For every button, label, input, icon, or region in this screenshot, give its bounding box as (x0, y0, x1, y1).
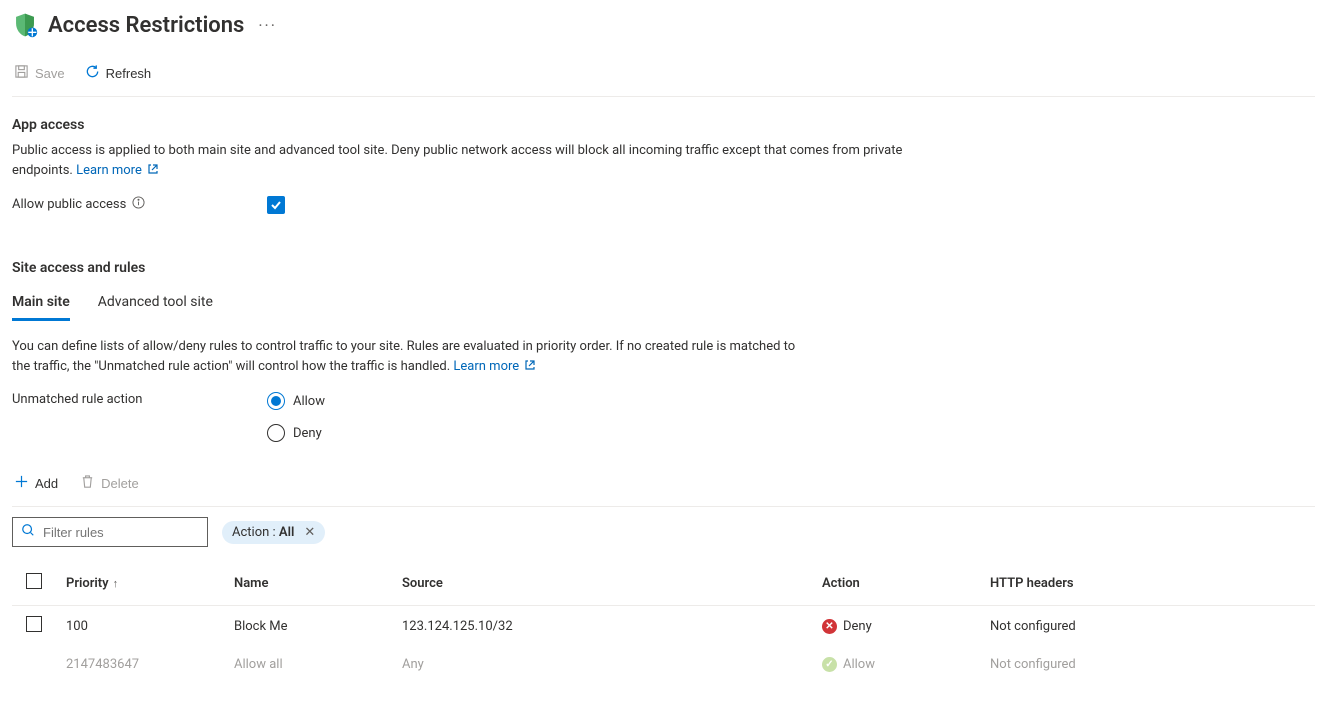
cell-name: Block Me (224, 606, 392, 647)
site-tabs: Main site Advanced tool site (12, 288, 1315, 321)
table-row: 2147483647 Allow all Any ✓Allow Not conf… (12, 646, 1315, 682)
page-title: Access Restrictions (48, 13, 244, 38)
app-access-title: App access (12, 117, 1315, 133)
deny-icon: ✕ (822, 619, 837, 634)
site-access-section: Site access and rules Main site Advanced… (12, 214, 1315, 682)
allow-icon: ✓ (822, 657, 837, 672)
radio-icon (267, 392, 285, 410)
add-button[interactable]: Add (12, 470, 60, 496)
tab-main-site[interactable]: Main site (12, 288, 70, 321)
more-menu-icon[interactable]: ··· (254, 16, 281, 35)
external-link-icon (522, 359, 536, 374)
cell-source: 123.124.125.10/32 (392, 606, 812, 647)
plus-icon (14, 474, 29, 492)
allow-public-access-row: Allow public access (12, 196, 1315, 214)
app-access-section: App access Public access is applied to b… (12, 97, 1315, 214)
page-header: Access Restrictions ··· (12, 8, 1315, 54)
tab-advanced-tool-site[interactable]: Advanced tool site (98, 288, 213, 321)
row-checkbox[interactable] (26, 616, 42, 632)
col-source[interactable]: Source (392, 561, 812, 606)
table-row[interactable]: 100 Block Me 123.124.125.10/32 ✕Deny Not… (12, 606, 1315, 647)
learn-more-link[interactable]: Learn more (453, 359, 536, 374)
allow-public-access-checkbox[interactable] (267, 196, 285, 214)
rules-table: Priority↑ Name Source Action HTTP header… (12, 561, 1315, 682)
col-action[interactable]: Action (812, 561, 980, 606)
refresh-button[interactable]: Refresh (83, 60, 154, 86)
cell-http: Not configured (980, 646, 1315, 682)
unmatched-rule-radios: Allow Deny (267, 392, 325, 442)
save-button[interactable]: Save (12, 60, 67, 86)
site-access-description: You can define lists of allow/deny rules… (12, 337, 802, 376)
unmatched-rule-label: Unmatched rule action (12, 392, 267, 407)
filter-rules-input[interactable] (43, 525, 219, 540)
cell-action: ✕Deny (812, 606, 980, 647)
shield-icon (12, 12, 38, 38)
save-label: Save (35, 66, 65, 81)
col-name[interactable]: Name (224, 561, 392, 606)
allow-public-access-label: Allow public access (12, 196, 267, 213)
trash-icon (80, 474, 95, 492)
info-icon[interactable] (132, 196, 145, 213)
col-http-headers[interactable]: HTTP headers (980, 561, 1315, 606)
cell-priority: 2147483647 (56, 646, 224, 682)
refresh-label: Refresh (106, 66, 152, 81)
unmatched-rule-row: Unmatched rule action Allow Deny (12, 392, 1315, 442)
close-icon[interactable]: ✕ (304, 525, 315, 540)
app-access-description: Public access is applied to both main si… (12, 141, 912, 180)
external-link-icon (145, 163, 159, 178)
save-icon (14, 64, 29, 82)
filter-pill-action[interactable]: Action : All ✕ (222, 521, 325, 544)
cell-priority: 100 (56, 606, 224, 647)
cell-name: Allow all (224, 646, 392, 682)
refresh-icon (85, 64, 100, 82)
col-priority[interactable]: Priority↑ (56, 561, 224, 606)
learn-more-link[interactable]: Learn more (76, 163, 159, 178)
select-all-checkbox[interactable] (26, 573, 42, 589)
command-bar: Save Refresh (12, 54, 1315, 97)
filter-rules-input-wrapper[interactable] (12, 517, 208, 547)
sort-up-icon: ↑ (113, 577, 119, 590)
radio-deny[interactable]: Deny (267, 424, 325, 442)
radio-allow[interactable]: Allow (267, 392, 325, 410)
site-access-title: Site access and rules (12, 260, 1315, 276)
delete-button[interactable]: Delete (78, 470, 141, 496)
cell-action: ✓Allow (812, 646, 980, 682)
cell-source: Any (392, 646, 812, 682)
cell-http: Not configured (980, 606, 1315, 647)
radio-icon (267, 424, 285, 442)
filter-row: Action : All ✕ (12, 507, 1315, 561)
search-icon (21, 523, 35, 541)
rules-action-bar: Add Delete (12, 442, 1315, 507)
